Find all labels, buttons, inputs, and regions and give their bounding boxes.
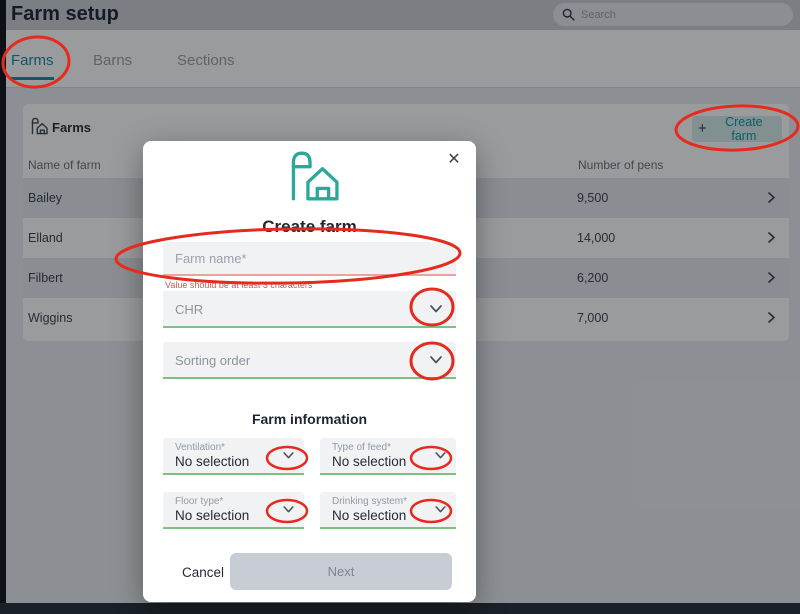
section-title: Farm information	[251, 411, 368, 427]
select-label: Drinking system*	[332, 496, 408, 507]
close-icon[interactable]: ✕	[444, 150, 464, 170]
window-left-edge	[0, 0, 6, 614]
next-button[interactable]: Next	[230, 553, 452, 590]
app-window: Farm setup Search Farms Barns Sections F…	[0, 0, 800, 614]
chevron-down-icon	[435, 452, 446, 459]
validation-message: Value should be at least 3 characters	[165, 280, 313, 290]
drinking-system-select[interactable]: Drinking system* No selection	[320, 492, 456, 529]
floor-type-select[interactable]: Floor type* No selection	[163, 492, 304, 529]
select-label: Type of feed*	[332, 442, 391, 453]
chevron-down-icon	[430, 356, 442, 364]
sorting-order-select[interactable]: Sorting order	[163, 342, 456, 379]
ventilation-select[interactable]: Ventilation* No selection	[163, 438, 304, 475]
cancel-button[interactable]: Cancel	[176, 564, 230, 581]
chr-select-placeholder: CHR	[175, 302, 204, 317]
window-bottom-edge	[0, 603, 800, 614]
create-farm-dialog: ✕ Create farm Value should be at least 3…	[143, 141, 476, 602]
select-label: Ventilation*	[175, 442, 226, 453]
sorting-order-placeholder: Sorting order	[175, 353, 251, 368]
farm-name-input[interactable]	[163, 242, 456, 276]
chevron-down-icon	[283, 452, 294, 459]
chevron-down-icon	[430, 305, 442, 313]
select-value: No selection	[175, 454, 250, 469]
farm-barn-icon	[291, 151, 339, 201]
chevron-down-icon	[435, 506, 446, 513]
chevron-down-icon	[283, 506, 294, 513]
select-value: No selection	[175, 508, 250, 523]
chr-select[interactable]: CHR	[163, 291, 456, 328]
select-value: No selection	[332, 454, 407, 469]
dialog-title: Create farm	[262, 217, 357, 236]
select-value: No selection	[332, 508, 407, 523]
select-label: Floor type*	[175, 496, 224, 507]
type-of-feed-select[interactable]: Type of feed* No selection	[320, 438, 456, 475]
